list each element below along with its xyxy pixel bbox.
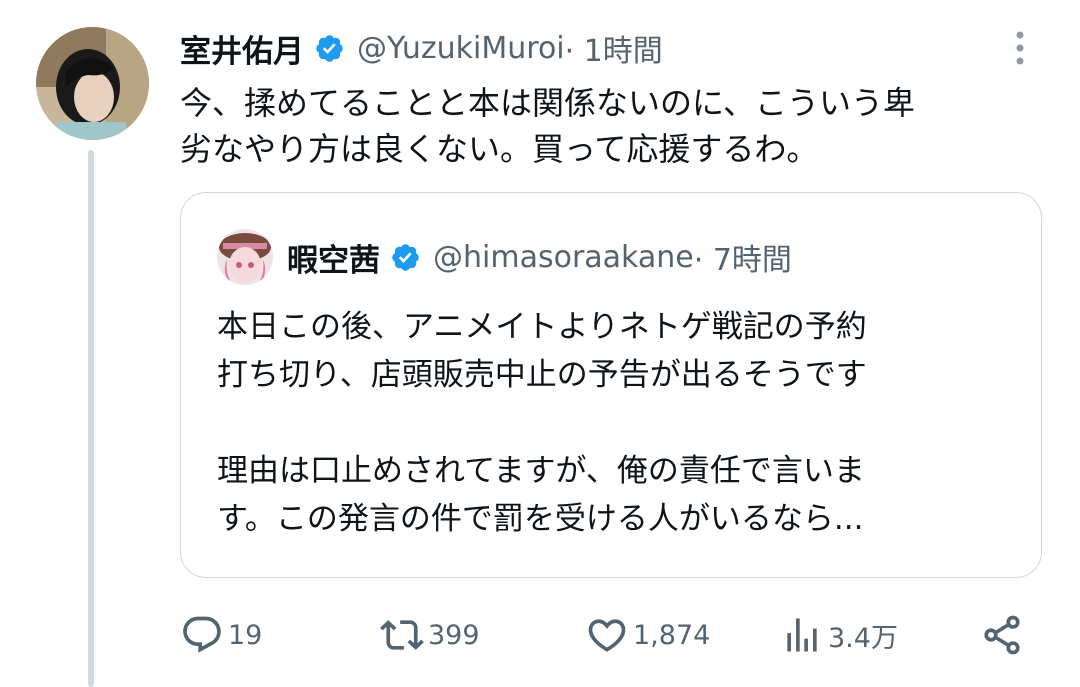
quoted-author-name[interactable]: 暇空茜 — [287, 235, 380, 280]
reply-icon — [183, 616, 221, 653]
like-count: 1,874 — [633, 619, 711, 651]
repost-count: 399 — [428, 619, 480, 651]
reply-button[interactable]: 19 — [180, 610, 262, 660]
repost-button[interactable]: 399 — [380, 610, 480, 660]
views-count: 3.4万 — [828, 622, 898, 654]
more-options-icon[interactable] — [1005, 30, 1035, 66]
tweet-timestamp[interactable]: · 1時間 — [565, 26, 663, 70]
like-button[interactable]: 1,874 — [585, 610, 710, 660]
reply-count: 19 — [228, 619, 263, 651]
tweet-header: 室井佑月 @YuzukiMuroi · 1時間 — [180, 24, 663, 72]
quoted-tweet-header: 暇空茜 @himasoraakane · 7時間 — [287, 233, 792, 281]
share-button[interactable] — [980, 610, 1024, 660]
author-name[interactable]: 室井佑月 — [180, 26, 304, 71]
quoted-tweet-text: 本日この後、アニメイトよりネトゲ戦記の予約 打ち切り、店頭販売中止の予告が出るそ… — [217, 309, 867, 537]
thread-connector-line — [88, 150, 94, 687]
quoted-tweet-timestamp[interactable]: · 7時間 — [694, 235, 792, 279]
views-chart-icon — [787, 618, 817, 652]
quoted-author-avatar[interactable] — [217, 229, 273, 285]
views-button[interactable]: 3.4万 — [780, 610, 898, 660]
heart-icon — [588, 619, 626, 652]
share-icon — [984, 615, 1020, 655]
author-avatar[interactable] — [36, 27, 149, 140]
verified-badge-icon — [314, 33, 345, 64]
repost-icon — [380, 620, 424, 650]
quoted-tweet-card[interactable]: 暇空茜 @himasoraakane · 7時間 本日この後、アニメイトよりネト… — [180, 192, 1042, 578]
tweet-action-bar: 19 399 1,874 3.4万 — [180, 610, 1040, 660]
quoted-author-handle[interactable]: @himasoraakane — [433, 240, 694, 275]
tweet-text: 今、揉めてることと本は関係ないのに、こういう卑 劣なやり方は良くない。買って応援… — [180, 84, 916, 168]
quoted-verified-badge-icon — [390, 242, 421, 273]
author-handle[interactable]: @YuzukiMuroi — [357, 31, 565, 66]
